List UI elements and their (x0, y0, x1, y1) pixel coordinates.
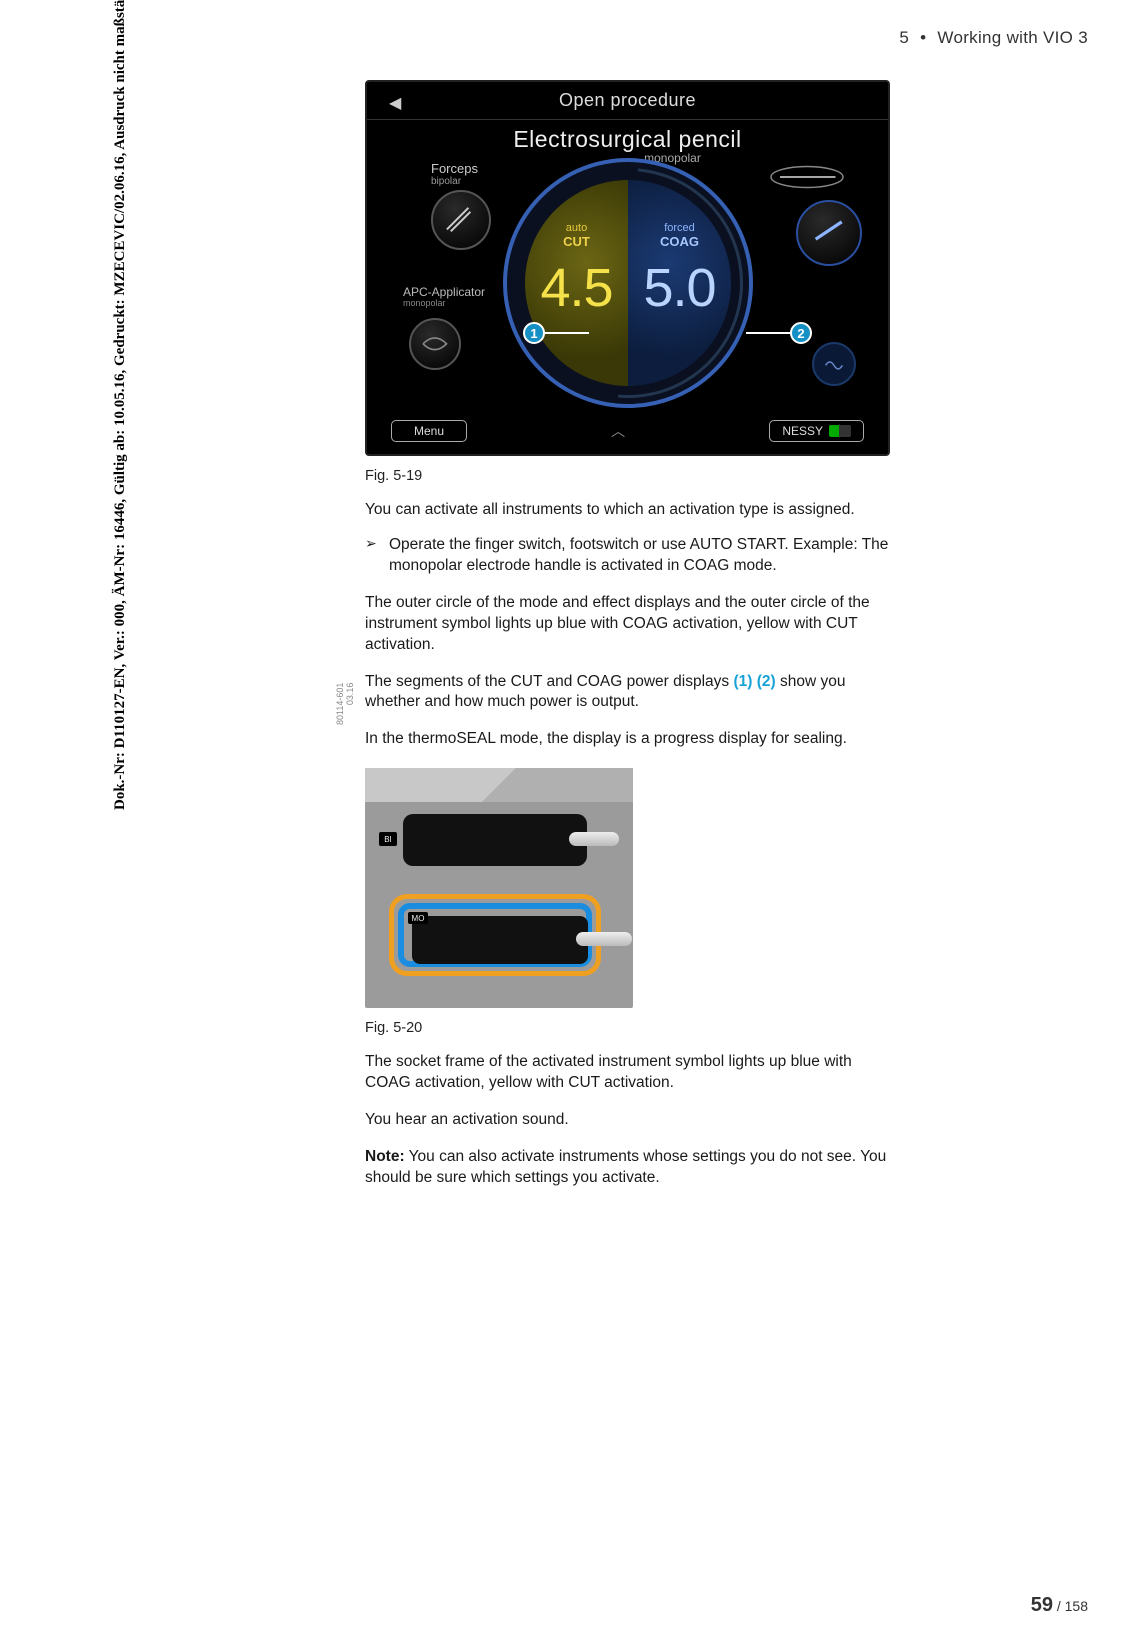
nessy-indicator: NESSY (769, 420, 864, 442)
sockets-photo: BI MO (365, 768, 633, 1008)
paragraph-1: You can activate all instruments to whic… (365, 500, 890, 521)
paragraph-6: You hear an activation sound. (365, 1110, 890, 1131)
doc-info-vertical: Dok.-Nr: D110127-EN, Ver.: 000, ÄM-Nr: 1… (112, 0, 129, 810)
p3-part-a: The segments of the CUT and COAG power d… (365, 673, 733, 690)
callout-1-line (545, 332, 589, 334)
chapter-title: Working with VIO 3 (937, 28, 1088, 47)
paragraph-4: In the thermoSEAL mode, the display is a… (365, 729, 890, 750)
forceps-label: Forceps bipolar (431, 162, 478, 187)
right-instrument-icon (796, 200, 862, 266)
apc-label: APC-Applicator monopolar (403, 286, 485, 309)
instrument-title: Electrosurgical pencil (367, 126, 888, 153)
screen-title: Open procedure (367, 90, 888, 111)
cut-mode-top: auto (566, 222, 587, 234)
ref-2: (2) (757, 673, 776, 690)
callout-1: 1 (523, 322, 545, 344)
right-wave-icon (812, 342, 856, 386)
page-current: 59 (1031, 1594, 1053, 1616)
header-bullet: • (920, 28, 926, 47)
figure-5-19-caption: Fig. 5-19 (365, 468, 890, 484)
socket-bi-cable (569, 832, 619, 846)
step-1: ➢ Operate the finger switch, footswitch … (365, 535, 890, 577)
coag-mode-top: forced (664, 222, 695, 234)
paragraph-5: The socket frame of the activated instru… (365, 1052, 890, 1094)
coag-half: forced COAG 5.0 (628, 180, 731, 386)
step-arrow-icon: ➢ (365, 535, 389, 577)
page-total: / 158 (1057, 1598, 1088, 1614)
chevron-up-icon: ︿ (611, 421, 625, 441)
socket-mo-tag: MO (408, 912, 428, 924)
paragraph-2: The outer circle of the mode and effect … (365, 593, 890, 656)
apc-icon (409, 318, 461, 370)
nessy-label: NESSY (782, 424, 823, 438)
socket-mo-blue-ring: MO (398, 903, 592, 967)
paragraph-3: The segments of the CUT and COAG power d… (365, 672, 890, 714)
page-header: 5 • Working with VIO 3 (899, 28, 1088, 48)
page-number: 59 / 158 (1031, 1594, 1088, 1617)
cut-half: auto CUT 4.5 (525, 180, 628, 386)
socket-mo: MO (412, 916, 588, 964)
socket-bi-tag: BI (379, 832, 397, 846)
callout-2-line (746, 332, 790, 334)
callout-2: 2 (790, 322, 812, 344)
small-code-vertical: 80114-601 03.16 (336, 683, 356, 725)
chapter-number: 5 (899, 28, 909, 47)
menu-button: Menu (391, 420, 467, 442)
cut-value: 4.5 (540, 257, 612, 319)
ref-1: (1) (733, 673, 752, 690)
nessy-bars-icon (829, 425, 851, 437)
cut-mode-label: CUT (563, 234, 590, 249)
content-column: ◀ Open procedure Electrosurgical pencil … (365, 80, 890, 1189)
coag-value: 5.0 (643, 257, 715, 319)
note-label: Note: (365, 1148, 405, 1165)
socket-mo-cable (576, 932, 632, 946)
note-text: You can also activate instruments whose … (365, 1148, 886, 1186)
forceps-icon (431, 190, 491, 250)
pencil-instrument-icon (768, 162, 846, 192)
screen-title-bar: ◀ Open procedure (367, 82, 888, 120)
screen-bottom-bar: Menu ︿ NESSY (367, 420, 888, 442)
coag-mode-label: COAG (660, 234, 699, 249)
figure-5-20-caption: Fig. 5-20 (365, 1020, 890, 1036)
step-1-text: Operate the finger switch, footswitch or… (389, 535, 890, 577)
socket-bi: BI (403, 814, 587, 866)
device-screenshot: ◀ Open procedure Electrosurgical pencil … (365, 80, 890, 456)
small-code-2: 03.16 (346, 683, 356, 725)
mode-dial: auto CUT 4.5 forced COAG 5.0 (503, 158, 753, 408)
note-paragraph: Note: You can also activate instruments … (365, 1147, 890, 1189)
back-arrow-icon: ◀ (389, 93, 401, 113)
socket-mo-highlight: MO (389, 894, 601, 976)
dial-inner: auto CUT 4.5 forced COAG 5.0 (525, 180, 731, 386)
